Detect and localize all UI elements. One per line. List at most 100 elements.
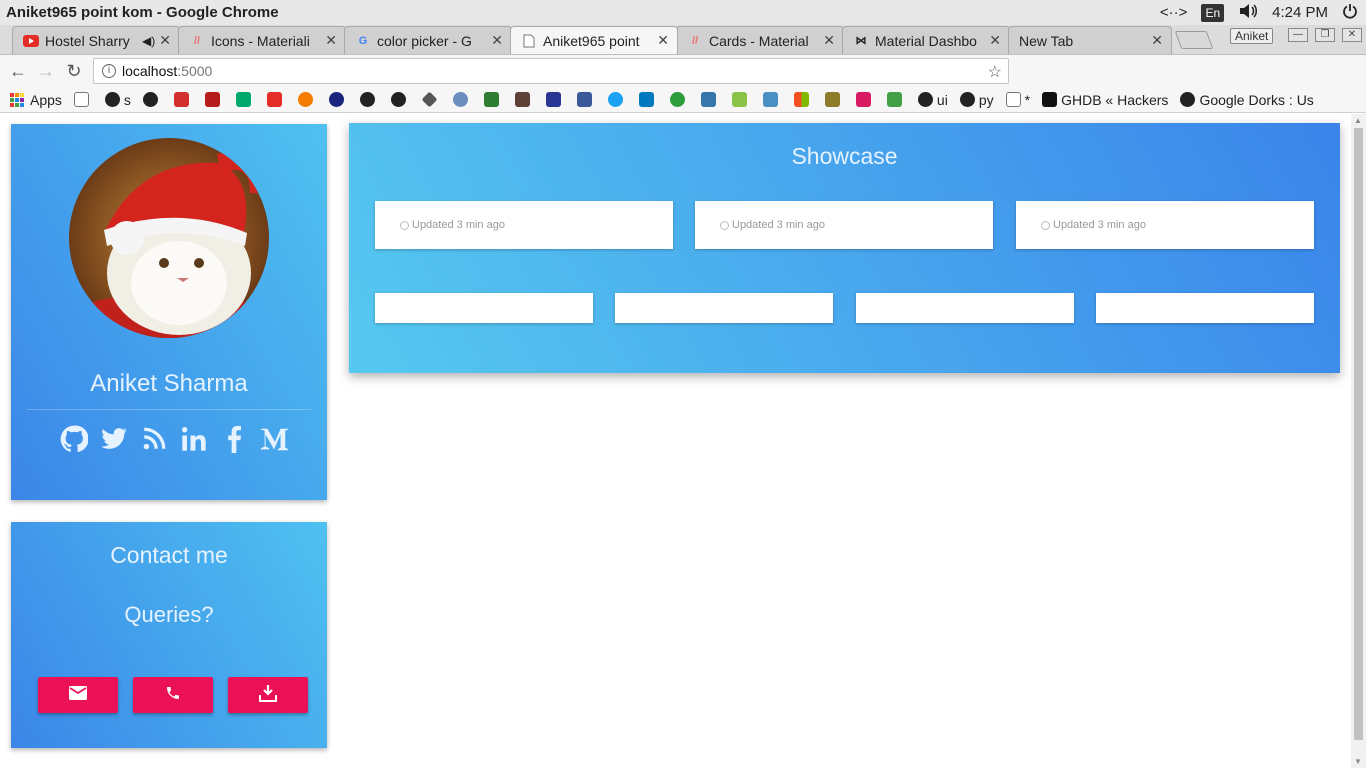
tab-new-tab[interactable]: New Tab ✕ (1008, 26, 1172, 54)
bookmark-facebook[interactable] (576, 92, 596, 107)
bookmark-google-dorks[interactable]: Google Dorks : Us (1180, 92, 1314, 108)
github-icon (959, 92, 975, 107)
x-icon (483, 92, 499, 107)
small-card[interactable] (615, 293, 833, 323)
phone-button[interactable] (133, 677, 213, 713)
tab-aniket965[interactable]: Aniket965 point ✕ (510, 26, 678, 54)
bookmark-microsoft[interactable] (793, 92, 813, 107)
audio-icon[interactable]: ◀) (142, 34, 155, 48)
download-button[interactable] (228, 677, 308, 713)
page-icon (73, 92, 89, 107)
download-icon (259, 684, 277, 707)
bookmark-m[interactable] (235, 92, 255, 107)
minimize-button[interactable]: — (1288, 28, 1308, 42)
bookmark-ix[interactable] (886, 92, 906, 107)
apps-grid-icon (10, 92, 24, 107)
bookmark-github[interactable] (142, 92, 162, 107)
close-tab-icon[interactable]: ✕ (657, 32, 669, 49)
bookmark-youtube[interactable] (266, 92, 286, 107)
bookmark-c[interactable] (359, 92, 379, 107)
bookmark-box[interactable] (762, 92, 782, 107)
bookmark-eye[interactable] (297, 92, 317, 107)
new-tab-button[interactable] (1174, 31, 1214, 49)
bookmark-page[interactable] (73, 92, 93, 107)
bookmark-gmail[interactable] (173, 92, 193, 107)
showcase-panel: Showcase Updated 3 min ago Updated 3 min… (349, 123, 1340, 373)
close-window-button[interactable]: ✕ (1342, 28, 1362, 42)
tab-label: Icons - Materiali (211, 32, 310, 49)
url-port: :5000 (177, 63, 213, 79)
scrollbar-thumb[interactable] (1354, 128, 1363, 740)
email-button[interactable] (38, 677, 118, 713)
rss-icon[interactable] (139, 424, 169, 454)
bookmark-w[interactable] (452, 92, 472, 107)
back-arrow-icon[interactable]: ← (4, 61, 32, 82)
bookmark-python[interactable] (700, 92, 720, 107)
twitter-icon[interactable] (99, 424, 129, 454)
language-indicator[interactable]: En (1201, 3, 1225, 22)
close-tab-icon[interactable]: ✕ (159, 32, 171, 49)
bookmark-trello[interactable] (638, 92, 658, 107)
bookmark-github-2[interactable] (390, 92, 410, 107)
c-icon (359, 92, 375, 107)
small-card[interactable] (375, 293, 593, 323)
tab-material-dashboard[interactable]: ⋈ Material Dashbo ✕ (842, 26, 1010, 54)
address-bar[interactable]: i localhost:5000 ☆ (93, 58, 1009, 84)
reload-icon[interactable]: ↻ (60, 61, 88, 82)
bookmark-pocket[interactable] (855, 92, 875, 107)
tab-color-picker[interactable]: G color picker - G ✕ (344, 26, 512, 54)
bookmark-star-page[interactable]: * (1005, 92, 1030, 108)
materialize-icon: // (193, 34, 201, 47)
forward-arrow-icon[interactable]: → (32, 61, 60, 82)
scroll-up-icon[interactable]: ▲ (1354, 116, 1362, 125)
bookmark-shield[interactable] (824, 92, 844, 107)
bookmark-star-icon[interactable]: ☆ (988, 62, 1002, 82)
bookmark-android[interactable] (731, 92, 751, 107)
tab-hostel-sharry[interactable]: Hostel Sharry ◀) ✕ (12, 26, 180, 54)
scroll-down-icon[interactable]: ▼ (1354, 757, 1362, 766)
info-icon[interactable]: i (102, 64, 116, 78)
bookmark-one[interactable] (669, 92, 689, 107)
bookmark-github-py[interactable]: py (959, 92, 994, 108)
github-icon[interactable] (59, 424, 89, 454)
close-tab-icon[interactable]: ✕ (989, 32, 1001, 49)
bookmark-github-ui[interactable]: ui (917, 91, 948, 108)
power-icon[interactable] (1342, 3, 1358, 23)
close-tab-icon[interactable]: ✕ (491, 32, 503, 49)
small-card[interactable] (1096, 293, 1314, 323)
bookmark-cc[interactable] (514, 92, 534, 107)
showcase-card[interactable]: Updated 3 min ago (1016, 201, 1314, 249)
ix-icon (886, 92, 902, 107)
close-tab-icon[interactable]: ✕ (823, 32, 835, 49)
bookmark-d[interactable] (328, 92, 348, 107)
w-icon (452, 92, 468, 107)
small-card[interactable] (856, 293, 1074, 323)
clock[interactable]: 4:24 PM (1272, 4, 1328, 21)
profile-name: Aniket Sharma (90, 370, 248, 397)
showcase-card[interactable]: Updated 3 min ago (695, 201, 993, 249)
gn-icon (1180, 92, 1196, 107)
bookmark-x[interactable] (483, 92, 503, 107)
facebook-icon[interactable] (219, 424, 249, 454)
vertical-scrollbar[interactable]: ▲ ▼ (1351, 114, 1366, 768)
bookmark-twitter[interactable] (607, 92, 627, 107)
close-tab-icon[interactable]: ✕ (325, 32, 337, 49)
close-tab-icon[interactable]: ✕ (1151, 32, 1163, 49)
bookmark-h[interactable] (545, 92, 565, 107)
showcase-card[interactable]: Updated 3 min ago (375, 201, 673, 249)
bookmark-github-s[interactable]: s (104, 92, 131, 108)
network-icon[interactable]: <··> (1160, 4, 1188, 21)
bookmark-diamond[interactable] (421, 91, 441, 108)
bookmark-ghdb[interactable]: GHDB « Hackers (1042, 92, 1168, 108)
volume-icon[interactable] (1238, 3, 1258, 23)
tab-icons-materialize[interactable]: // Icons - Materiali ✕ (178, 26, 346, 54)
tab-cards-materialize[interactable]: // Cards - Material ✕ (676, 26, 844, 54)
maximize-button[interactable]: ❐ (1315, 28, 1335, 42)
bookmark-apps[interactable]: Apps (10, 92, 62, 108)
linkedin-icon[interactable] (179, 424, 209, 454)
profile-button[interactable]: Aniket (1230, 28, 1274, 44)
bookmark-q[interactable] (204, 92, 224, 107)
one-icon (669, 92, 685, 107)
medium-icon[interactable] (259, 424, 289, 454)
bookmark-label: ui (936, 91, 948, 108)
